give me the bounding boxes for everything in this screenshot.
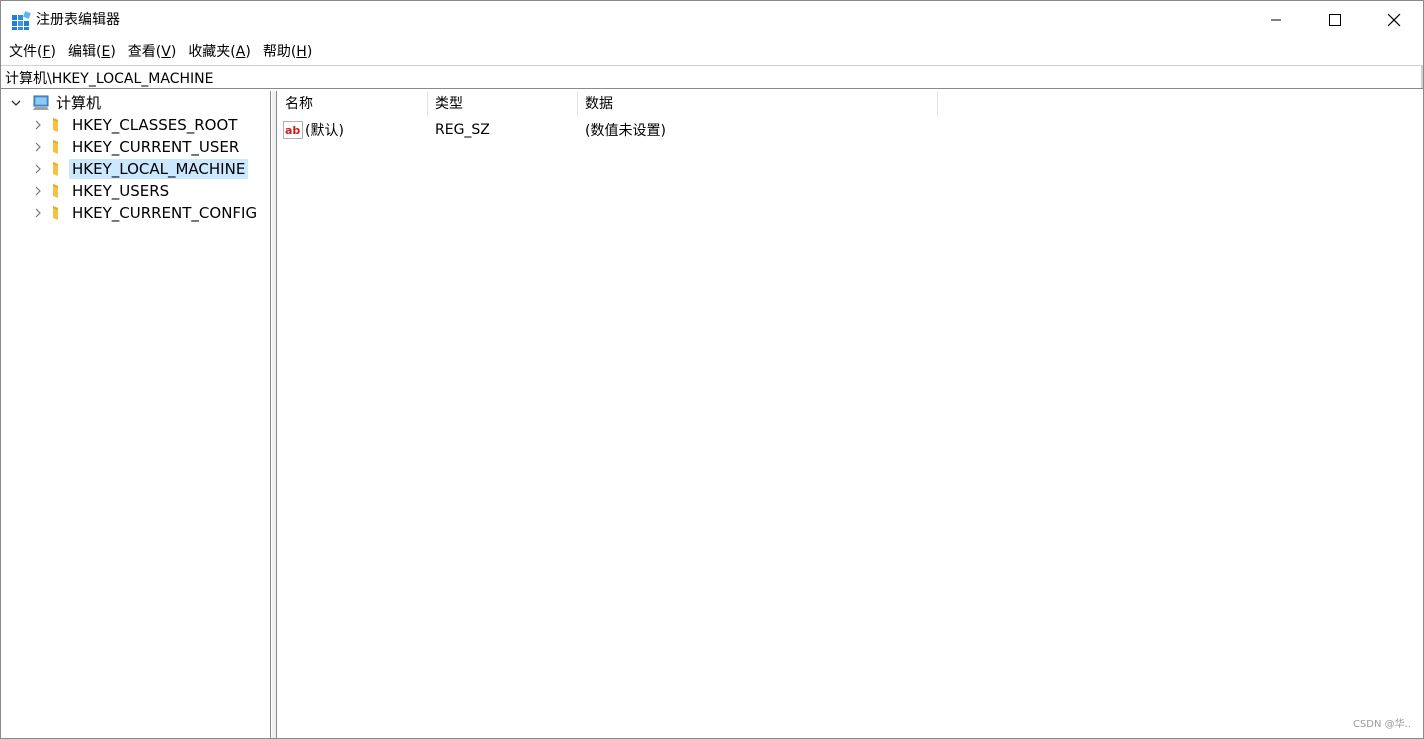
address-input[interactable] [5, 67, 1405, 89]
string-value-icon: ab [283, 121, 303, 139]
column-header-type[interactable]: 类型 [428, 91, 578, 117]
tree-root-label: 计算机 [56, 94, 102, 112]
cell-name: ab (默认) [278, 120, 428, 140]
chevron-down-icon [11, 100, 21, 106]
values-list: 名称 类型 数据 ab (默认) REG_SZ (数值未设置) [278, 91, 1423, 738]
folder-icon [53, 184, 58, 198]
chevron-right-icon [35, 120, 41, 130]
cell-type: REG_SZ [428, 122, 578, 138]
list-header: 名称 类型 数据 [278, 91, 938, 117]
tree-item-hkey-classes-root[interactable]: HKEY_CLASSES_ROOT [31, 114, 240, 136]
menu-help[interactable]: 帮助(H) [257, 40, 318, 64]
chevron-right-icon [35, 208, 41, 218]
menu-bar: 文件(F) 编辑(E) 查看(V) 收藏夹(A) 帮助(H) [1, 40, 1423, 64]
computer-icon [33, 95, 49, 110]
cell-data: (数值未设置) [578, 120, 938, 140]
tree-item-label: HKEY_CLASSES_ROOT [72, 116, 238, 134]
expand-toggle[interactable] [31, 202, 45, 224]
folder-icon [53, 206, 58, 220]
expand-toggle[interactable] [31, 180, 45, 202]
folder-icon [53, 140, 58, 154]
window-title: 注册表编辑器 [36, 12, 120, 28]
address-bar-edge [1421, 66, 1423, 88]
close-icon [1387, 13, 1401, 27]
column-header-data[interactable]: 数据 [578, 91, 938, 117]
tree-item-hkey-users[interactable]: HKEY_USERS [31, 180, 172, 202]
tree-item-hkey-current-config[interactable]: HKEY_CURRENT_CONFIG [31, 202, 260, 224]
tree-item-hkey-current-user[interactable]: HKEY_CURRENT_USER [31, 136, 242, 158]
tree-item-label: HKEY_USERS [72, 182, 170, 200]
chevron-right-icon [35, 186, 41, 196]
folder-icon [53, 118, 58, 132]
menu-file[interactable]: 文件(F) [3, 40, 62, 64]
maximize-icon [1329, 14, 1341, 26]
expand-toggle[interactable] [31, 114, 45, 136]
registry-editor-window: 注册表编辑器 文件(F) 编辑(E) 查看(V) 收藏夹(A) 帮助(H) 计算… [0, 0, 1424, 739]
minimize-icon [1271, 19, 1281, 21]
expand-toggle[interactable] [31, 158, 45, 180]
registry-editor-app-icon [12, 11, 31, 30]
watermark: CSDN @华.. [1352, 719, 1411, 730]
expand-toggle[interactable] [31, 136, 45, 158]
tree-item-label: HKEY_CURRENT_USER [72, 138, 240, 156]
tree-item-hkey-local-machine[interactable]: HKEY_LOCAL_MACHINE [31, 158, 249, 180]
value-name: (默认) [305, 123, 344, 139]
list-row-default[interactable]: ab (默认) REG_SZ (数值未设置) [278, 119, 938, 141]
folder-icon [53, 162, 58, 176]
close-button[interactable] [1365, 1, 1423, 39]
chevron-right-icon [35, 164, 41, 174]
menu-favorites[interactable]: 收藏夹(A) [182, 40, 257, 64]
value-data: (数值未设置) [585, 123, 666, 139]
chevron-right-icon [35, 142, 41, 152]
column-header-name[interactable]: 名称 [278, 91, 428, 117]
svg-text:ab: ab [285, 124, 300, 137]
value-type: REG_SZ [435, 122, 490, 138]
pane-splitter[interactable] [272, 91, 277, 738]
expand-toggle[interactable] [9, 92, 23, 114]
maximize-button[interactable] [1306, 1, 1364, 39]
minimize-button[interactable] [1247, 1, 1305, 39]
tree-item-label-selected: HKEY_LOCAL_MACHINE [69, 159, 249, 179]
title-bar: 注册表编辑器 [1, 1, 1423, 39]
tree-item-label: HKEY_CURRENT_CONFIG [72, 204, 258, 222]
menu-edit[interactable]: 编辑(E) [62, 40, 122, 64]
address-bar [1, 65, 1423, 89]
menu-view[interactable]: 查看(V) [122, 40, 183, 64]
registry-tree: 计算机 HKEY_CLASSES_ROOT HKEY_CURRENT_USER … [3, 91, 271, 738]
tree-root-computer[interactable]: 计算机 [9, 92, 104, 114]
